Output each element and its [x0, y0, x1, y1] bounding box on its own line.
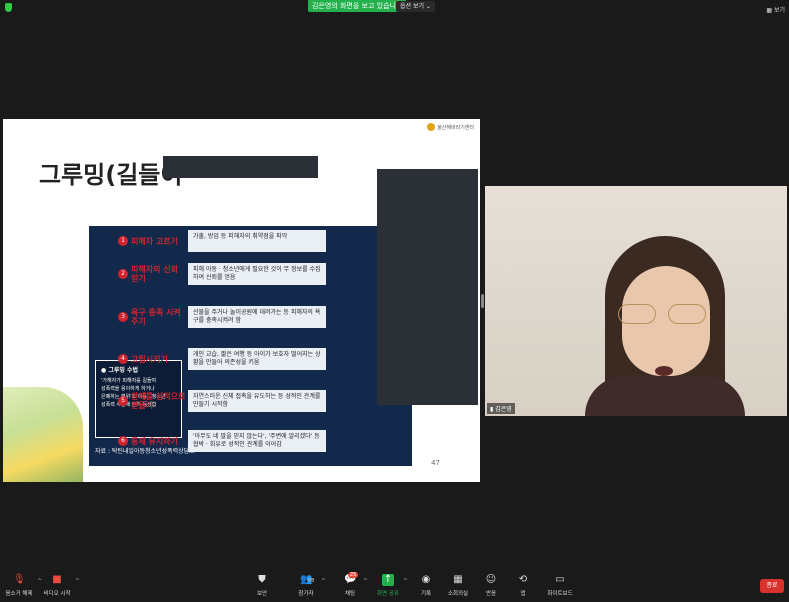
breakout-rooms-button[interactable]: ▦ 소회의실 [446, 574, 470, 597]
step-number: 4 [118, 354, 128, 364]
step-number: 1 [118, 236, 128, 246]
step-label: 관계를 성적으로 만들기 [131, 392, 186, 410]
step-2: 2 피해자의 신뢰 얻기 피해 아동 · 청소년에게 필요한 것이 무 정보를 … [114, 262, 326, 286]
step-5: 5 관계를 성적으로 만들기 자연스러운 신체 접촉을 유도하는 등 성적인 관… [114, 389, 326, 413]
signal-icon: ▮ [490, 406, 494, 413]
slide-logo: 울산해바라기센터 [427, 123, 474, 131]
shared-slide: 울산해바라기센터 그루밍(길들이 ● 그루밍 수법 '가해자가 피해자를 길들여… [3, 119, 480, 482]
chevron-up-icon[interactable]: ^ [363, 578, 368, 585]
share-status-banner: 김은영의 화면을 보고 있습니다 [308, 0, 407, 12]
chevron-up-icon[interactable]: ^ [321, 578, 326, 585]
step-6: 6 통제 유지하기 '아무도 네 말을 믿지 않는다', '주변에 알리겠다' … [114, 429, 326, 453]
slide-page-number: 47 [431, 459, 440, 467]
grid-icon: ▦ [766, 7, 773, 14]
participant-count: 68 [308, 578, 315, 584]
step-number: 5 [118, 396, 128, 406]
reactions-button[interactable]: ☺ 반응 [482, 574, 500, 597]
title-redaction [163, 156, 318, 178]
security-label: 보안 [256, 591, 268, 597]
share-screen-button[interactable]: ↑ 화면 공유 ^ [376, 574, 408, 597]
slide-logo-text: 울산해바라기센터 [437, 124, 474, 131]
microphone-muted-icon: 🎙 [13, 574, 26, 585]
security-button[interactable]: ⛊ 보안 [252, 574, 272, 597]
chat-button[interactable]: 💬 25 채팅 ^ [340, 572, 368, 597]
record-button[interactable]: ◉ 기록 [417, 574, 435, 597]
record-label: 기록 [420, 591, 432, 597]
share-screen-label: 화면 공유 [377, 591, 399, 597]
participants-label: 참가자 [298, 591, 314, 597]
step-desc: 피해 아동 · 청소년에게 필요한 것이 무 정보를 수집하여 신뢰를 얻음 [188, 263, 326, 285]
participants-button[interactable]: 👥 68 참가자 ^ [294, 574, 326, 597]
sunflower-logo-icon [427, 123, 436, 131]
end-meeting-button[interactable]: 종료 [760, 579, 784, 593]
step-number: 2 [118, 269, 128, 279]
start-video-label: 비디오 시작 [43, 591, 71, 597]
person-shirt [585, 376, 745, 416]
start-video-button[interactable]: ■ 비디오 시작 ^ [42, 574, 80, 597]
step-4: 4 고립시키기 개인 교습, 짧은 여행 등 아이가 보호자 떨어지는 상황을 … [114, 347, 326, 371]
video-off-icon: ■ [52, 574, 62, 585]
whiteboard-button[interactable]: ▭ 화이트보드 [546, 574, 574, 597]
step-desc: 개인 교습, 짧은 여행 등 아이가 보호자 떨어지는 상황을 만들어 의존성을… [188, 348, 326, 370]
chat-label: 채팅 [344, 591, 356, 597]
breakout-label: 소회의실 [447, 591, 469, 597]
step-desc: 선물을 주거나 놀이공원에 데려가는 등 피해자의 욕구를 충족시켜려 함 [188, 306, 326, 328]
step-label: 통제 유지하기 [131, 436, 178, 446]
step-number: 6 [118, 436, 128, 446]
view-button[interactable]: ▦ 보기 [766, 5, 785, 14]
shield-icon[interactable] [5, 3, 12, 12]
slide-redaction [377, 169, 478, 405]
share-arrow-icon: ↑ [382, 574, 394, 586]
chat-badge: 25 [348, 572, 359, 578]
unmute-label: 음소거 해제 [5, 591, 33, 597]
step-number: 3 [118, 312, 128, 322]
shield-icon: ⛊ [258, 574, 266, 585]
definition-line: '가해자가 피해자를 길들여 [101, 378, 157, 384]
whiteboard-icon: ▭ [555, 574, 565, 585]
unmute-button[interactable]: 🎙 음소거 해제 ^ [4, 574, 42, 597]
step-3: 3 욕구 충족 시켜주기 선물을 주거나 놀이공원에 데려가는 등 피해자의 욕… [114, 305, 326, 329]
view-options-button[interactable]: 옵션 보기 ⌄ [396, 1, 435, 12]
participant-video[interactable]: ▮ 김은영 [485, 186, 787, 416]
apps-label: 앱 [520, 591, 526, 597]
whiteboard-label: 화이트보드 [547, 591, 573, 597]
participant-name-tag: ▮ 김은영 [487, 403, 515, 414]
step-label: 피해자의 신뢰 얻기 [131, 265, 178, 283]
apps-button[interactable]: ⟲ 앱 [515, 574, 531, 597]
reactions-label: 반응 [485, 591, 497, 597]
chevron-up-icon[interactable]: ^ [75, 578, 80, 585]
glasses [618, 304, 714, 324]
chevron-up-icon[interactable]: ^ [403, 578, 408, 585]
step-desc: '아무도 네 말을 믿지 않는다', '주변에 알리겠다' 등 협박 · 회유로… [188, 430, 326, 452]
participant-name: 김은영 [495, 406, 512, 413]
view-button-label: 보기 [773, 7, 785, 14]
record-icon: ◉ [421, 574, 431, 585]
grid-icon: ▦ [453, 574, 463, 585]
person-mouth [655, 366, 673, 376]
step-desc: 가출, 방임 등 피해자의 취약점을 파악 [188, 230, 326, 252]
step-label: 피해자 고르기 [131, 236, 178, 246]
smiley-icon: ☺ [485, 574, 497, 585]
step-label: 고립시키기 [131, 354, 168, 364]
meeting-toolbar: 🎙 음소거 해제 ^ ■ 비디오 시작 ^ ⛊ 보안 👥 68 참가자 ^ 💬 … [0, 569, 789, 602]
split-divider-handle[interactable] [481, 294, 484, 308]
step-1: 1 피해자 고르기 가출, 방임 등 피해자의 취약점을 파악 [114, 229, 326, 253]
step-desc: 자연스러운 신체 접촉을 유도하는 등 성적인 관계를 만들기 시작함 [188, 390, 326, 412]
top-bar: 김은영의 화면을 보고 있습니다 옵션 보기 ⌄ ▦ 보기 [0, 0, 789, 14]
sunflower-decoration [3, 387, 83, 482]
step-label: 욕구 충족 시켜주기 [131, 308, 181, 326]
slide-title: 그루밍(길들이 [39, 161, 183, 189]
apps-icon: ⟲ [518, 574, 528, 585]
